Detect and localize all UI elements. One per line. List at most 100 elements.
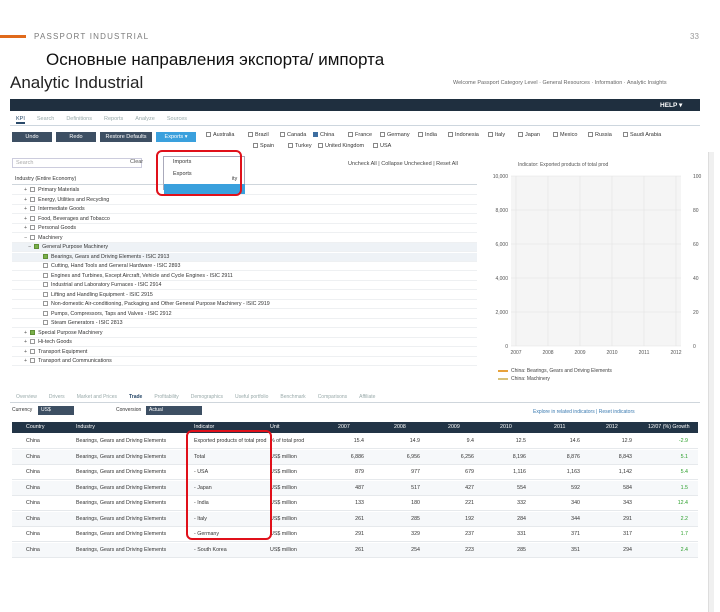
tree-item[interactable]: + Special Purpose Machinery [12, 329, 477, 338]
country-checkbox[interactable]: United Kingdom [318, 143, 364, 149]
bottom-tab[interactable]: Useful portfolio [235, 394, 268, 400]
tree-checkbox[interactable] [30, 339, 36, 345]
tree-checkbox[interactable] [30, 358, 36, 364]
help-menu[interactable]: HELP ▾ [660, 101, 682, 109]
welcome-links[interactable]: Welcome Passport Category Level · Genera… [453, 80, 667, 86]
bottom-tab[interactable]: Trade [129, 394, 142, 400]
redo-button[interactable]: Redo [56, 132, 96, 142]
main-tab[interactable]: Reports [104, 116, 123, 122]
tree-checkbox[interactable] [30, 206, 36, 212]
column-header[interactable]: Industry [76, 424, 95, 430]
expand-toggle-icon[interactable]: + [24, 330, 27, 336]
country-checkbox[interactable]: Turkey [288, 143, 312, 149]
tree-checkbox[interactable] [43, 282, 48, 288]
expand-toggle-icon[interactable]: + [24, 216, 27, 222]
bottom-tab[interactable]: Profitability [154, 394, 178, 400]
column-header[interactable]: 2009 [448, 424, 460, 430]
restore-defaults-button[interactable]: Restore Defaults [100, 132, 152, 142]
country-checkbox[interactable]: Japan [518, 132, 540, 138]
tree-checkbox[interactable] [43, 253, 48, 259]
column-header[interactable]: 2007 [338, 424, 350, 430]
tree-item[interactable]: Pumps, Compressors, Taps and Valves - IS… [12, 310, 477, 319]
tree-checkbox[interactable] [43, 320, 48, 326]
country-checkbox[interactable]: Brazil [248, 132, 269, 138]
tree-item[interactable]: + Hi-tech Goods [12, 338, 477, 347]
tree-item[interactable]: + Food, Beverages and Tobacco [12, 215, 477, 224]
explore-links[interactable]: Explore in related indicators | Reset in… [533, 409, 635, 415]
bottom-tab[interactable]: Benchmark [280, 394, 305, 400]
expand-toggle-icon[interactable]: + [24, 187, 27, 193]
country-checkbox[interactable]: Spain [253, 143, 274, 149]
undo-button[interactable]: Undo [12, 132, 52, 142]
tree-links[interactable]: Uncheck All | Collapse Unchecked | Reset… [348, 161, 458, 167]
country-checkbox[interactable]: Russia [588, 132, 612, 138]
tree-item[interactable]: + Intermediate Goods [12, 205, 477, 214]
tree-item[interactable]: + Energy, Utilities and Recycling [12, 196, 477, 205]
country-checkbox[interactable]: Saudi Arabia [623, 132, 661, 138]
expand-toggle-icon[interactable]: + [24, 349, 27, 355]
expand-toggle-icon[interactable]: + [24, 197, 27, 203]
currency-select[interactable]: US$ [38, 406, 74, 415]
bottom-tab[interactable]: Drivers [49, 394, 65, 400]
tree-checkbox[interactable] [30, 225, 36, 231]
tree-item[interactable]: + Personal Goods [12, 224, 477, 233]
column-header[interactable]: 2010 [500, 424, 512, 430]
clear-link[interactable]: Clear [130, 159, 143, 165]
main-tab[interactable]: Definitions [66, 116, 92, 122]
country-checkbox[interactable]: USA [373, 143, 391, 149]
country-checkbox[interactable]: Germany [380, 132, 410, 138]
expand-toggle-icon[interactable]: − [28, 244, 31, 250]
column-header[interactable]: 2008 [394, 424, 406, 430]
main-tab[interactable]: KPI [16, 116, 25, 124]
bottom-tab[interactable]: Demographics [191, 394, 223, 400]
bottom-tab[interactable]: Comparisons [318, 394, 347, 400]
expand-toggle-icon[interactable]: − [24, 235, 27, 241]
tree-item[interactable]: Non-domestic Air-conditioning, Packaging… [12, 300, 477, 309]
tree-checkbox[interactable] [43, 272, 48, 278]
country-checkbox[interactable]: Mexico [553, 132, 577, 138]
tree-checkbox[interactable] [30, 215, 36, 221]
scrollbar[interactable] [708, 152, 714, 612]
column-header[interactable]: 2012 [606, 424, 618, 430]
tree-item[interactable]: Cutting, Hand Tools and General Hardware… [12, 262, 477, 271]
country-checkbox[interactable]: France [348, 132, 372, 138]
tree-item[interactable]: + Transport Equipment [12, 348, 477, 357]
tree-item[interactable]: Bearings, Gears and Driving Elements - I… [12, 252, 477, 262]
tree-item[interactable]: Steam Generators - ISIC 2813 [12, 319, 477, 328]
column-header[interactable]: Unit [270, 424, 279, 430]
tree-item[interactable]: − General Purpose Machinery [12, 243, 477, 252]
country-checkbox[interactable]: India [418, 132, 437, 138]
tree-item[interactable]: Industrial and Laboratory Furnaces - ISI… [12, 281, 477, 290]
tree-item[interactable]: Engines and Turbines, Except Aircraft, V… [12, 272, 477, 281]
conversion-select[interactable]: Actual [146, 406, 202, 415]
tree-checkbox[interactable] [30, 234, 36, 240]
tree-checkbox[interactable] [43, 263, 48, 269]
column-header[interactable]: 2011 [554, 424, 565, 430]
expand-toggle-icon[interactable]: + [24, 206, 27, 212]
tree-item[interactable]: + Transport and Communications [12, 357, 477, 366]
country-checkbox[interactable]: Indonesia [448, 132, 479, 138]
country-checkbox[interactable]: Italy [488, 132, 505, 138]
tree-checkbox[interactable] [30, 348, 36, 354]
tree-checkbox[interactable] [43, 291, 48, 297]
tree-checkbox[interactable] [34, 244, 40, 250]
column-header[interactable]: Country [26, 424, 45, 430]
bottom-tab[interactable]: Affiliate [359, 394, 375, 400]
tree-checkbox[interactable] [30, 196, 36, 202]
expand-toggle-icon[interactable]: + [24, 225, 27, 231]
bottom-tab[interactable]: Overview [16, 394, 37, 400]
country-checkbox[interactable]: China [313, 132, 334, 138]
main-tab[interactable]: Sources [167, 116, 187, 122]
main-tab[interactable]: Analyze [135, 116, 155, 122]
bottom-tab[interactable]: Market and Prices [77, 394, 117, 400]
tree-item[interactable]: Lifting and Handling Equipment - ISIC 29… [12, 291, 477, 300]
tree-checkbox[interactable] [30, 329, 36, 335]
expand-toggle-icon[interactable]: + [24, 358, 27, 364]
country-checkbox[interactable]: Australia [206, 132, 234, 138]
tree-checkbox[interactable] [30, 187, 36, 193]
main-tab[interactable]: Search [37, 116, 54, 122]
column-header[interactable]: 12/07 (%) Growth [648, 424, 690, 430]
tree-checkbox[interactable] [43, 310, 48, 316]
tree-item[interactable]: − Machinery [12, 234, 477, 243]
expand-toggle-icon[interactable]: + [24, 339, 27, 345]
